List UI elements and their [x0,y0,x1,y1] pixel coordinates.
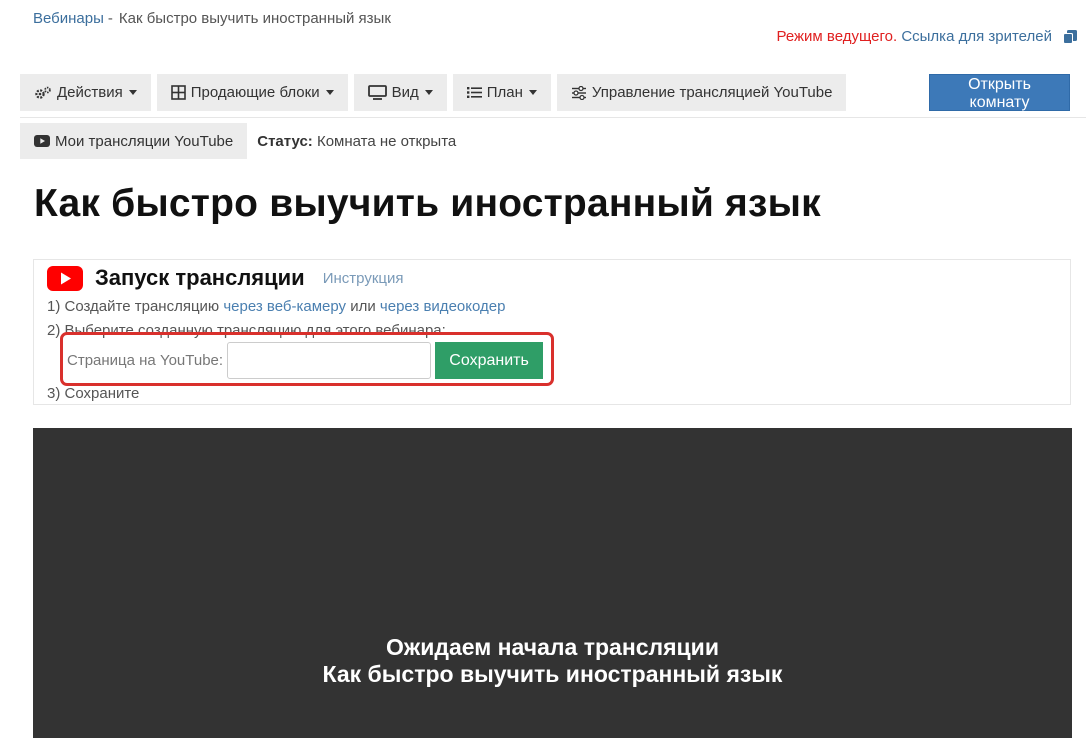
youtube-control-label: Управление трансляцией YouTube [591,84,833,101]
youtube-logo-icon [47,265,83,291]
status-value: Комната не открыта [316,132,457,150]
host-mode-label: Режим ведущего. [776,28,898,45]
player-message: Ожидаем начала трансляции Как быстро выу… [33,634,1072,688]
my-streams-label: Мои трансляции YouTube [55,132,234,150]
video-player[interactable]: Ожидаем начала трансляции Как быстро выу… [33,428,1072,738]
copy-icon[interactable] [1062,29,1078,45]
toolbar-divider [20,117,1086,118]
actions-menu-button[interactable]: Действия [20,74,151,111]
breadcrumb: Вебинары - Как быстро выучить иностранный … [33,10,391,27]
plan-menu-button[interactable]: План [452,74,551,111]
my-youtube-streams-button[interactable]: Мои трансляции YouTube [20,123,248,159]
webcam-link[interactable]: через веб-камеру [223,298,346,315]
sales-blocks-menu-button[interactable]: Продающие блоки [156,74,348,111]
player-webinar-title: Как быстро выучить иностранный язык [322,661,783,687]
youtube-play-icon [34,135,50,147]
toolbar: Действия Продающие блоки Вид План Управл… [20,74,847,111]
actions-label: Действия [57,84,123,101]
list-icon [466,87,482,98]
step-1-or: или [350,298,376,315]
step-1: 1) Создайте трансляцию через веб-камеру … [47,298,505,315]
instruction-link[interactable]: Инструкция [323,270,404,287]
status-row: Мои трансляции YouTube Статус: Комната н… [20,123,456,159]
youtube-control-button[interactable]: Управление трансляцией YouTube [556,74,847,111]
breadcrumb-current: Как быстро выучить иностранный язык [118,10,391,27]
caret-down-icon [128,90,137,95]
grid-icon [170,85,186,100]
breadcrumb-separator: - [107,10,113,27]
monitor-icon [367,85,387,100]
gears-icon [35,86,51,99]
waiting-text: Ожидаем начала трансляции [386,634,719,660]
sales-blocks-label: Продающие блоки [190,84,320,101]
panel-title: Запуск трансляции [95,265,305,290]
status-label: Статус: [257,132,313,150]
page-title: Как быстро выучить иностранный язык [34,182,821,225]
highlight-frame [60,332,554,386]
plan-label: План [486,84,523,101]
caret-down-icon [325,90,334,95]
caret-down-icon [424,90,433,95]
viewer-link[interactable]: Ссылка для зрителей [901,28,1052,45]
sliders-icon [571,85,586,100]
step-3: 3) Сохраните [47,385,140,402]
view-label: Вид [391,84,419,101]
breadcrumb-webinars-link[interactable]: Вебинары [33,10,104,27]
room-status: Статус: Комната не открыта [257,133,456,150]
step-1-text: 1) Создайте трансляцию [47,298,220,315]
open-room-button[interactable]: Открыть комнату [929,74,1070,111]
caret-down-icon [528,90,537,95]
encoder-link[interactable]: через видеокодер [380,298,506,315]
panel-header: Запуск трансляции Инструкция [47,265,403,291]
view-menu-button[interactable]: Вид [353,74,447,111]
host-mode-bar: Режим ведущего. Ссылка для зрителей [776,28,1052,45]
